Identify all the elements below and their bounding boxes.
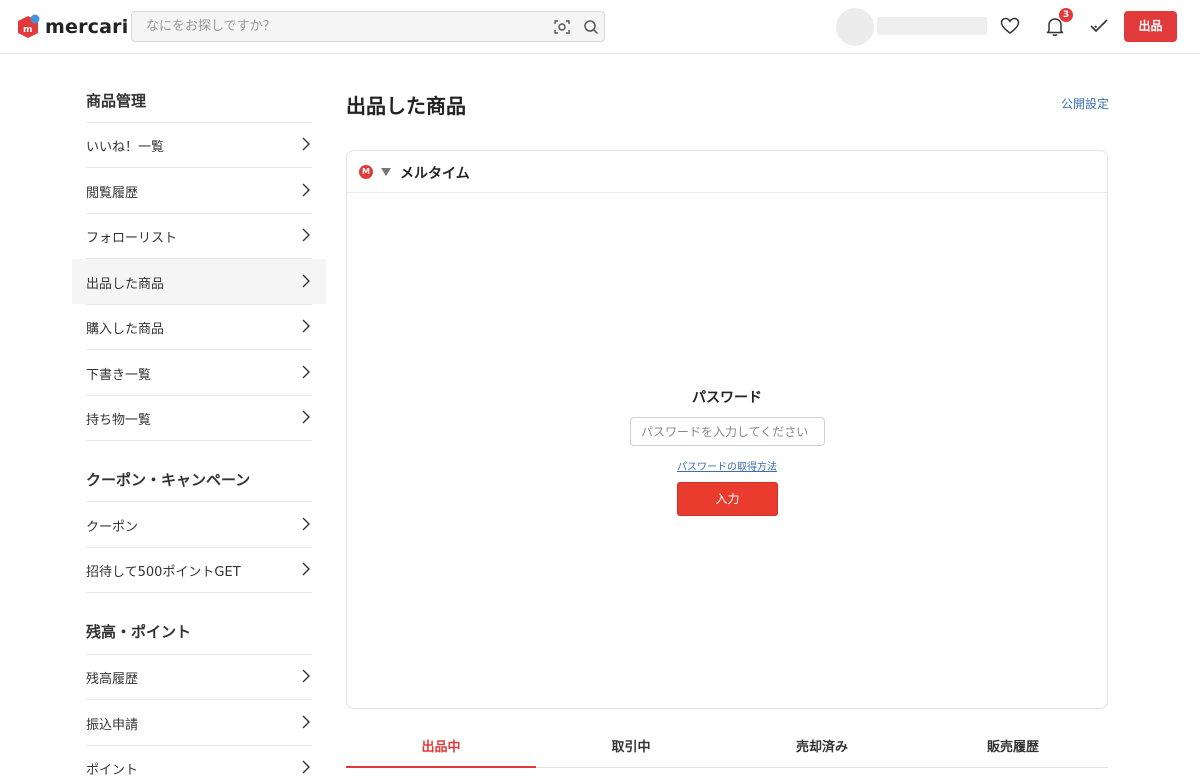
sidebar-item-label: 閲覧履歴 <box>86 186 139 201</box>
public-settings-link[interactable]: 公開設定 <box>1061 95 1109 112</box>
search-input[interactable] <box>132 12 542 41</box>
sidebar-item-invite[interactable]: 招待して500ポイントGET <box>72 547 326 592</box>
logo-text: mercari <box>45 16 129 38</box>
sidebar-heading-items: 商品管理 <box>86 92 147 110</box>
sidebar-heading-balance: 残高・ポイント <box>86 623 192 641</box>
page-title: 出品した商品 <box>346 94 466 118</box>
chevron-right-icon <box>302 669 310 683</box>
search-icon[interactable] <box>582 18 600 36</box>
avatar[interactable] <box>836 8 874 46</box>
divider <box>86 592 312 593</box>
chevron-right-icon <box>302 760 310 774</box>
password-help-link-text[interactable]: パスワードの取得方法 <box>677 462 777 473</box>
chevron-right-icon <box>302 228 310 242</box>
sidebar-item-label: ポイント <box>86 763 139 776</box>
chevron-right-icon <box>302 137 310 151</box>
submit-button[interactable]: 入力 <box>677 482 778 516</box>
sidebar-item-belongings[interactable]: 持ち物一覧 <box>72 395 326 440</box>
caret-down-icon[interactable] <box>381 168 391 176</box>
meltime-panel: M メルタイム パスワード パスワードの取得方法 入力 <box>346 150 1108 709</box>
sidebar-item-points[interactable]: ポイント <box>72 745 326 776</box>
sidebar-item-label: 残高履歴 <box>86 672 139 687</box>
sidebar-heading-coupons: クーポン・キャンペーン <box>86 471 251 489</box>
sidebar-item-label: 購入した商品 <box>86 322 165 337</box>
tab-sold[interactable]: 売却済み <box>727 731 917 768</box>
chevron-right-icon <box>302 517 310 531</box>
sidebar-item-coupon[interactable]: クーポン <box>72 502 326 547</box>
sidebar-item-label: 振込申請 <box>86 718 139 733</box>
user-name[interactable] <box>877 17 987 35</box>
sidebar-item-label: クーポン <box>86 520 139 535</box>
meltime-logo-icon: M <box>359 165 373 179</box>
heart-icon[interactable] <box>999 15 1021 37</box>
image-search-icon[interactable] <box>553 18 571 36</box>
sell-button[interactable]: 出品 <box>1124 11 1177 42</box>
sidebar-item-listed-items[interactable]: 出品した商品 <box>72 259 326 304</box>
mercari-logo-icon: m <box>18 14 40 38</box>
password-help-link: パスワードの取得方法 <box>347 458 1107 473</box>
tab-on-sale[interactable]: 出品中 <box>346 731 536 768</box>
chevron-right-icon <box>302 319 310 333</box>
sidebar-item-label: 持ち物一覧 <box>86 413 152 428</box>
sidebar-item-follow-list[interactable]: フォローリスト <box>72 213 326 258</box>
top-header: m mercari 3 出品 <box>0 0 1200 54</box>
notification-badge: 3 <box>1059 8 1073 22</box>
sidebar-item-drafts[interactable]: 下書き一覧 <box>72 350 326 395</box>
sidebar-item-label: 出品した商品 <box>86 277 165 292</box>
password-label: パスワード <box>692 390 762 406</box>
sidebar-item-label: 招待して500ポイントGET <box>86 565 241 580</box>
sidebar-item-transfer-request[interactable]: 振込申請 <box>72 700 326 745</box>
chevron-right-icon <box>302 274 310 288</box>
listing-tabs: 出品中 取引中 売却済み 販売履歴 <box>346 731 1108 768</box>
search-bar[interactable] <box>131 11 605 42</box>
chevron-right-icon <box>302 715 310 729</box>
check-icon[interactable] <box>1088 15 1110 37</box>
sidebar-item-purchased-items[interactable]: 購入した商品 <box>72 304 326 349</box>
sidebar-item-label: 下書き一覧 <box>86 368 152 383</box>
sidebar-item-likes[interactable]: いいね！一覧 <box>72 122 326 167</box>
svg-text:m: m <box>23 25 32 35</box>
sidebar-item-balance-history[interactable]: 残高履歴 <box>72 654 326 699</box>
tab-in-progress[interactable]: 取引中 <box>536 731 726 768</box>
panel-header[interactable]: M メルタイム <box>347 151 1107 193</box>
sidebar-item-history[interactable]: 閲覧履歴 <box>72 168 326 213</box>
tab-sales-history[interactable]: 販売履歴 <box>918 731 1108 768</box>
chevron-right-icon <box>302 410 310 424</box>
divider <box>86 440 312 441</box>
panel-title: メルタイム <box>400 166 470 182</box>
chevron-right-icon <box>302 183 310 197</box>
sidebar-item-label: フォローリスト <box>86 231 178 246</box>
mercari-logo[interactable]: m mercari <box>16 14 128 40</box>
chevron-right-icon <box>302 562 310 576</box>
chevron-right-icon <box>302 365 310 379</box>
password-input[interactable] <box>630 417 825 446</box>
sidebar-item-label: いいね！一覧 <box>86 140 165 155</box>
